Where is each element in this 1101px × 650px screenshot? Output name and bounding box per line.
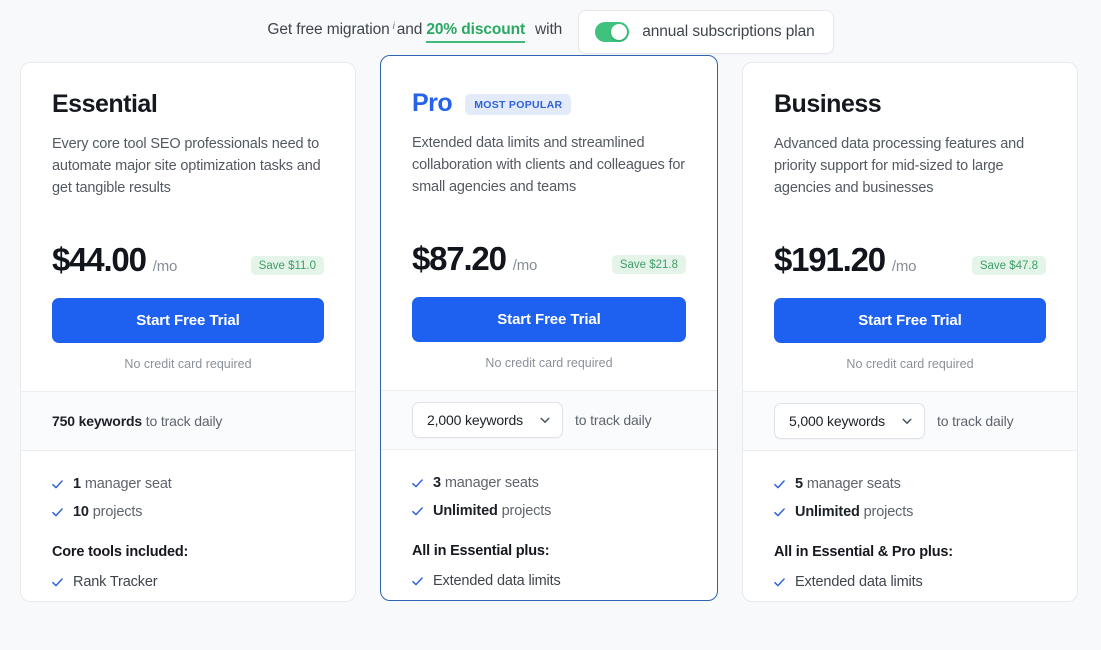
- seats-value-pro: 3: [433, 474, 441, 491]
- keywords-band-essential: 750 keywords to track daily: [21, 390, 355, 451]
- annual-plan-toggle[interactable]: [595, 22, 630, 42]
- feature-label-pro-0: Extended data limits: [433, 572, 561, 589]
- price-period-pro: /mo: [512, 256, 538, 274]
- save-badge-essential: Save $11.0: [250, 255, 324, 275]
- feature-label-essential-0: Rank Tracker: [73, 573, 158, 590]
- check-icon: [412, 506, 423, 515]
- card-header-pro: Pro MOST POPULAR Extended data limits an…: [381, 56, 717, 390]
- keywords-select-pro[interactable]: 2,000 keywords: [412, 401, 563, 438]
- projects-label-essential: projects: [92, 503, 143, 520]
- plan-description-essential: Every core tool SEO professionals need t…: [52, 135, 321, 196]
- start-free-trial-button-essential[interactable]: Start Free Trial: [52, 297, 324, 343]
- no-credit-card-note-pro: No credit card required: [485, 355, 613, 370]
- price-row-essential: $44.00 /mo Save $11.0: [52, 243, 324, 277]
- plan-head-essential: Essential: [52, 90, 324, 119]
- features-business: 5 manager seats Unlimited projects All i…: [743, 451, 1077, 592]
- price-period-essential: /mo: [152, 257, 178, 275]
- keywords-static-essential: 750 keywords to track daily: [52, 413, 222, 429]
- info-superscript-icon[interactable]: i: [393, 21, 395, 32]
- feature-row-item-essential: Rank Tracker: [52, 573, 324, 592]
- features-essential: 1 manager seat 10 projects Core tools in…: [21, 451, 355, 592]
- no-credit-card-note-essential: No credit card required: [124, 356, 252, 371]
- price-pro: $87.20: [412, 239, 507, 277]
- card-header-essential: Essential Every core tool SEO profession…: [21, 63, 355, 391]
- keywords-suffix-pro: to track daily: [574, 411, 652, 428]
- feature-group-title-business: All in Essential & Pro plus:: [774, 543, 953, 560]
- card-header-business: Business Advanced data processing featur…: [743, 63, 1077, 391]
- toggle-knob: [611, 24, 628, 40]
- price-period-business: /mo: [891, 257, 917, 275]
- check-icon: [412, 478, 423, 487]
- annual-plan-toggle-label: annual subscriptions plan: [642, 23, 815, 40]
- chevron-down-icon: [540, 417, 550, 423]
- promo-with-text: with: [535, 21, 563, 38]
- projects-label-pro: projects: [501, 502, 552, 519]
- check-icon: [774, 479, 785, 488]
- start-free-trial-button-business[interactable]: Start Free Trial: [774, 297, 1046, 343]
- keywords-band-pro: 2,000 keywords to track daily: [381, 389, 717, 450]
- seats-label-essential: manager seat: [84, 475, 172, 492]
- plan-name-essential: Essential: [52, 90, 158, 118]
- seats-value-essential: 1: [73, 475, 81, 492]
- feature-group-title-pro: All in Essential plus:: [412, 542, 550, 559]
- plan-head-pro: Pro MOST POPULAR: [412, 89, 686, 118]
- save-badge-pro: Save $21.8: [611, 254, 686, 274]
- features-pro: 3 manager seats Unlimited projects All i…: [381, 450, 717, 591]
- feature-row-projects-essential: 10 projects: [52, 503, 324, 522]
- promo-bar: Get free migration i and 20% discount wi…: [0, 0, 1101, 62]
- feature-label-business-0: Extended data limits: [795, 573, 923, 590]
- feature-row-seats-business: 5 manager seats: [774, 475, 1046, 494]
- price-row-pro: $87.20 /mo Save $21.8: [412, 242, 686, 276]
- projects-value-pro: Unlimited: [433, 502, 498, 519]
- keywords-select-value-pro: 2,000 keywords: [427, 411, 523, 428]
- keywords-value-essential: 750 keywords: [52, 412, 143, 429]
- plan-name-pro: Pro: [412, 89, 453, 117]
- seats-label-business: manager seats: [806, 475, 901, 492]
- feature-group-title-essential: Core tools included:: [52, 543, 189, 560]
- pricing-cards: Essential Every core tool SEO profession…: [0, 55, 1101, 602]
- chevron-down-icon: [902, 418, 912, 424]
- projects-label-business: projects: [863, 503, 914, 520]
- plan-name-business: Business: [774, 90, 882, 118]
- no-credit-card-note-business: No credit card required: [846, 356, 974, 371]
- promo-text: Get free migration i and 20% discount wi…: [267, 21, 562, 43]
- annual-plan-toggle-box[interactable]: annual subscriptions plan: [578, 10, 834, 54]
- plan-description-business: Advanced data processing features and pr…: [774, 135, 1024, 196]
- keywords-band-business: 5,000 keywords to track daily: [743, 390, 1077, 451]
- check-icon: [774, 507, 785, 516]
- feature-row-seats-pro: 3 manager seats: [412, 474, 686, 493]
- keywords-select-value-business: 5,000 keywords: [789, 412, 885, 429]
- feature-row-projects-business: Unlimited projects: [774, 503, 1046, 522]
- pricing-card-essential: Essential Every core tool SEO profession…: [20, 62, 356, 602]
- keywords-suffix-essential: to track daily: [145, 412, 223, 429]
- promo-lead-text: Get free migration: [267, 21, 390, 38]
- seats-label-pro: manager seats: [444, 474, 539, 491]
- check-icon: [52, 577, 63, 586]
- price-business: $191.20: [774, 240, 886, 278]
- feature-row-item-business: Extended data limits: [774, 573, 1046, 592]
- projects-value-business: Unlimited: [795, 503, 860, 520]
- check-icon: [52, 479, 63, 488]
- price-essential: $44.00: [52, 240, 147, 278]
- feature-row-projects-pro: Unlimited projects: [412, 502, 686, 521]
- check-icon: [774, 577, 785, 586]
- plan-description-pro: Extended data limits and streamlined col…: [412, 134, 685, 195]
- projects-value-essential: 10: [73, 503, 89, 520]
- save-badge-business: Save $47.8: [971, 255, 1046, 275]
- pricing-card-business: Business Advanced data processing featur…: [742, 62, 1078, 602]
- start-free-trial-button-pro[interactable]: Start Free Trial: [412, 296, 686, 342]
- keywords-select-business[interactable]: 5,000 keywords: [774, 402, 925, 439]
- check-icon: [412, 576, 423, 585]
- pricing-card-pro: Pro MOST POPULAR Extended data limits an…: [380, 55, 718, 601]
- price-row-business: $191.20 /mo Save $47.8: [774, 243, 1046, 277]
- feature-row-seats-essential: 1 manager seat: [52, 475, 324, 494]
- feature-row-item-pro: Extended data limits: [412, 572, 686, 591]
- seats-value-business: 5: [795, 475, 803, 492]
- promo-and-text: and: [396, 21, 423, 38]
- discount-link[interactable]: 20% discount: [426, 21, 525, 43]
- keywords-suffix-business: to track daily: [936, 412, 1014, 429]
- plan-head-business: Business: [774, 90, 1046, 119]
- check-icon: [52, 507, 63, 516]
- most-popular-badge: MOST POPULAR: [465, 94, 572, 116]
